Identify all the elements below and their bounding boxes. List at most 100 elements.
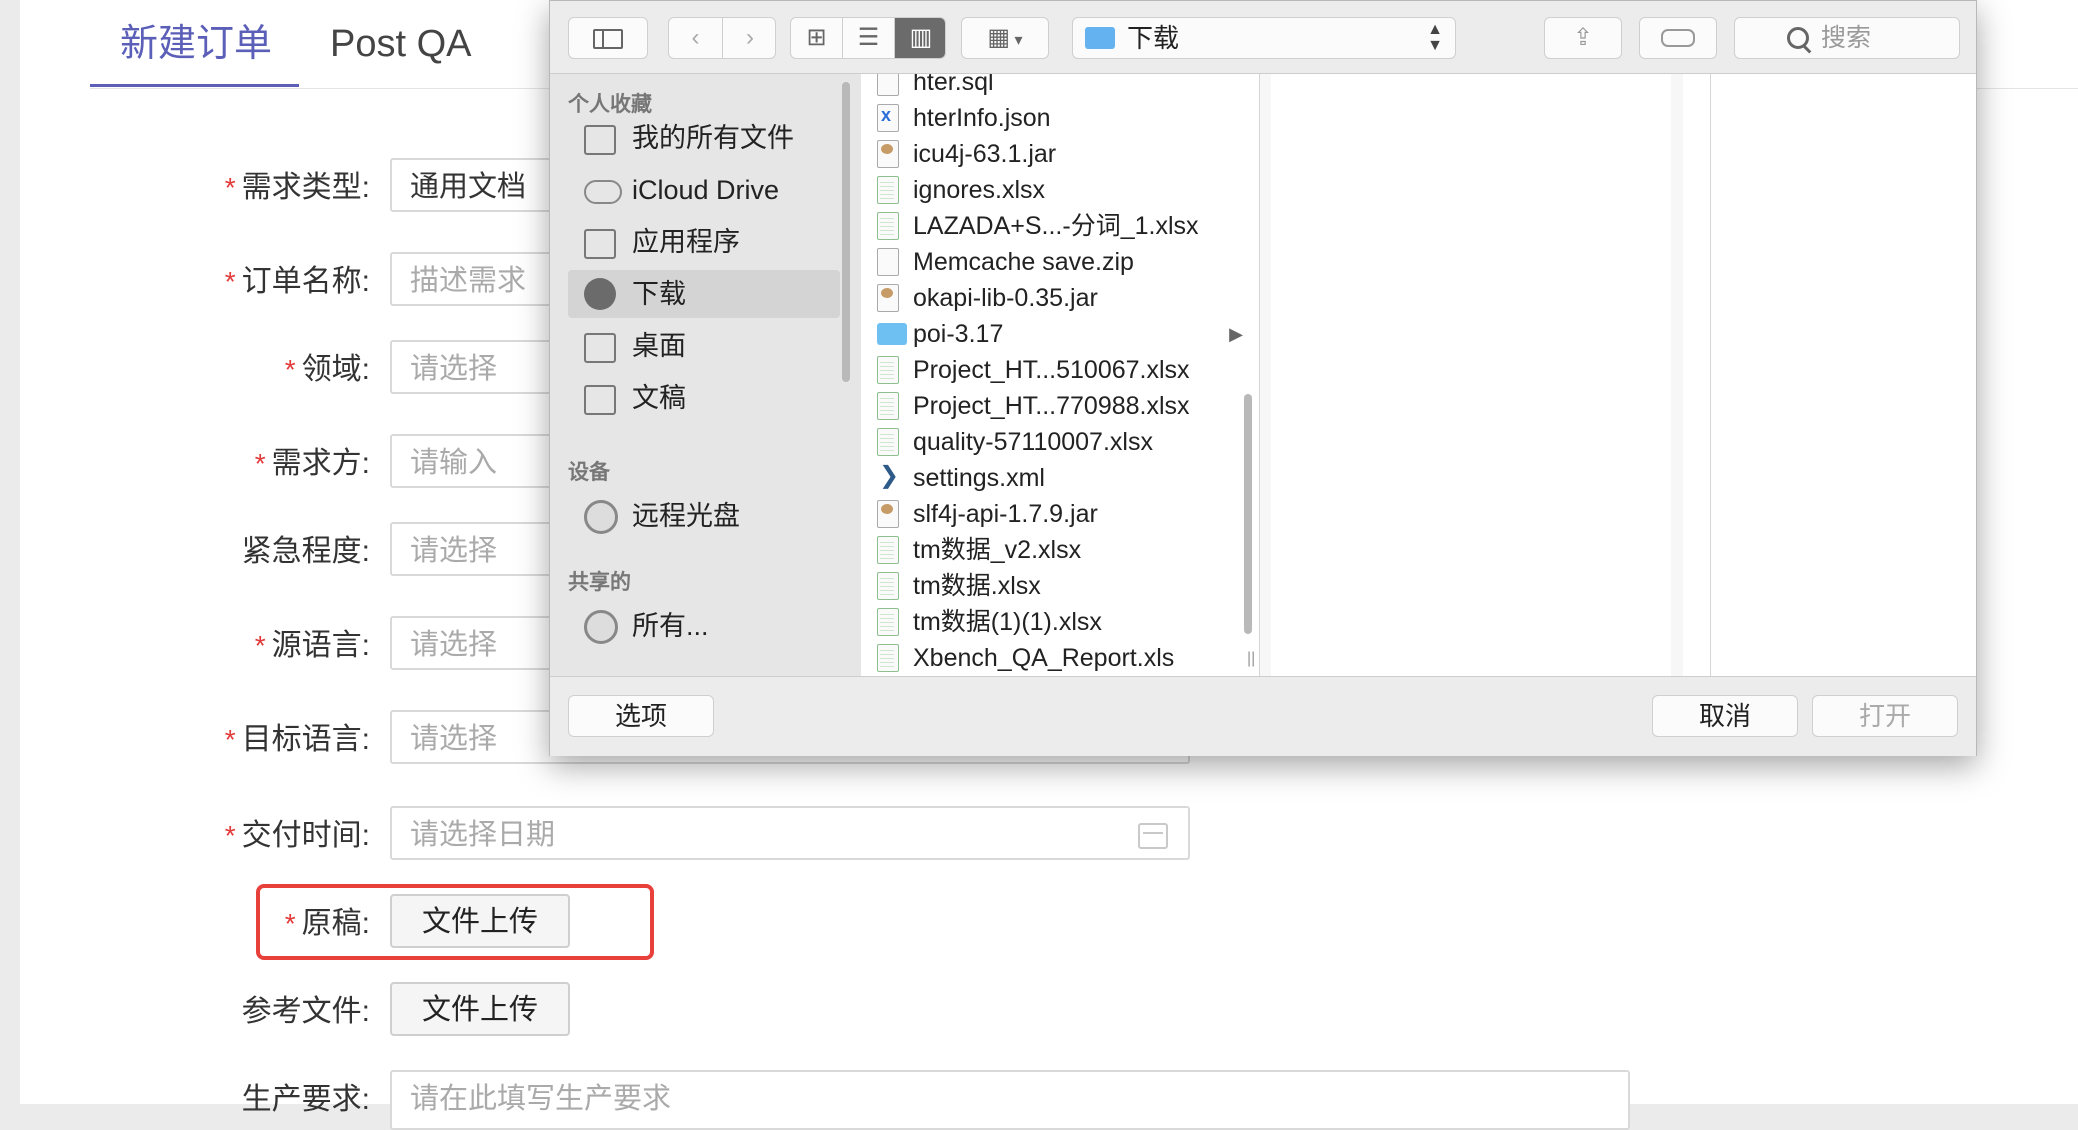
file-list-item[interactable]: poi-3.17 ▶ (861, 316, 1259, 352)
required-asterisk: * (284, 354, 296, 385)
form-field-label: * 源语言: (0, 616, 370, 676)
list-icon: ☰ (857, 24, 880, 51)
options-button[interactable]: 选项 (568, 695, 714, 737)
file-list-item[interactable]: hterInfo.json (861, 97, 1259, 136)
chevron-left-icon: ‹ (691, 24, 700, 51)
file-name: Project_HT...510067.xlsx (913, 356, 1190, 384)
disclosure-arrow-icon: ▶ (1229, 324, 1243, 344)
file-zip-icon (877, 248, 899, 276)
file-xlsx-icon (877, 212, 899, 240)
sidebar-item[interactable]: iCloud Drive (568, 166, 840, 214)
preview-column (1271, 74, 1672, 676)
input-value: 通用文档 (410, 171, 527, 203)
forward-button[interactable]: › (723, 18, 777, 58)
original-row: * 原稿: 文件上传 (0, 894, 1700, 954)
cancel-button[interactable]: 取消 (1652, 695, 1798, 737)
input-placeholder: 请选择日期 (410, 819, 556, 851)
file-name: tm数据.xlsx (913, 572, 1041, 600)
file-list-item[interactable]: tm数据.xlsx (861, 568, 1259, 604)
columns-icon: ▥ (909, 24, 933, 51)
file-list-item[interactable]: slf4j-api-1.7.9.jar (861, 496, 1259, 532)
file-list-item[interactable]: icu4j-63.1.jar (861, 136, 1259, 172)
sidebar-item-label: 桌面 (632, 331, 686, 361)
icon-view-button[interactable]: ⊞ (791, 18, 843, 58)
file-json-icon (877, 97, 899, 133)
location-popup[interactable]: 下载 ▲ ▼ (1072, 17, 1456, 59)
input-placeholder: 请选择 (410, 353, 498, 385)
documents-icon (584, 385, 616, 415)
sidebar-item-label: 我的所有文件 (632, 123, 794, 153)
file-list-item[interactable]: okapi-lib-0.35.jar (861, 280, 1259, 316)
sidebar-item[interactable]: 文稿 (568, 374, 840, 422)
sidebar-item[interactable]: 下载 (568, 270, 840, 318)
form-field-label: * 领域: (0, 340, 370, 400)
arrange-button[interactable]: ▦ ▾ (961, 17, 1049, 59)
tags-button[interactable] (1639, 17, 1717, 59)
share-button[interactable]: ⇪ (1544, 17, 1622, 59)
file-jar-icon (877, 284, 899, 312)
file-list-item[interactable]: Xbench_QA_Report.xls (861, 640, 1259, 676)
form-field-label-text: 需求方: (271, 447, 370, 480)
file-list-item[interactable]: Memcache save.zip (861, 244, 1259, 280)
list-view-button[interactable]: ☰ (843, 18, 895, 58)
form-field-label: 紧急程度: (0, 522, 370, 582)
folder-icon (877, 323, 907, 345)
file-list-item[interactable]: hter.sql (861, 74, 1259, 100)
open-button[interactable]: 打开 (1812, 695, 1958, 737)
column-view-button[interactable]: ▥ (895, 18, 945, 58)
search-field[interactable]: 搜索 (1734, 17, 1960, 59)
file-name: Memcache save.zip (913, 248, 1134, 276)
file-name: hterInfo.json (913, 104, 1051, 132)
file-name: okapi-lib-0.35.jar (913, 284, 1098, 312)
share-icon: ⇪ (1572, 24, 1594, 51)
file-list-item[interactable]: Project_HT...510067.xlsx (861, 352, 1259, 388)
file-name: LAZADA+S...-分词_1.xlsx (913, 212, 1199, 240)
required-asterisk: * (254, 448, 266, 479)
file-name: slf4j-api-1.7.9.jar (913, 500, 1098, 528)
file-jar-icon (877, 500, 899, 528)
file-xlsx-icon (877, 392, 899, 420)
delivery-date-picker[interactable]: 请选择日期 (390, 806, 1190, 860)
folder-icon (1085, 27, 1115, 49)
input-placeholder: 描述需求 (410, 265, 527, 297)
file-list-item[interactable]: quality-57110007.xlsx (861, 424, 1259, 460)
form-field-label: * 目标语言: (0, 710, 370, 770)
sidebar-scrollbar[interactable] (842, 82, 850, 382)
download-icon (584, 278, 616, 310)
sidebar-item[interactable]: 应用程序 (568, 218, 840, 266)
file-xlsx-icon (877, 608, 899, 636)
production-requirements-input[interactable]: 请在此填写生产要求 (390, 1070, 1630, 1130)
sidebar-item[interactable]: 远程光盘 (568, 492, 840, 540)
sidebar-item-label: 所有... (632, 611, 709, 641)
sidebar-item[interactable]: 所有... (568, 602, 840, 650)
shared-heading: 共享的 (568, 571, 631, 594)
desktop-icon (584, 333, 616, 363)
sidebar-item[interactable]: 桌面 (568, 322, 840, 370)
file-list-item[interactable]: tm数据(1)(1).xlsx (861, 604, 1259, 640)
form-field-label-text: 源语言: (271, 629, 370, 662)
empty-column (1711, 74, 1976, 676)
devices-heading: 设备 (568, 461, 610, 484)
sidebar-toggle-icon (593, 29, 623, 49)
file-list-item[interactable]: tm数据_v2.xlsx (861, 532, 1259, 568)
reference-upload-button[interactable]: 文件上传 (390, 982, 570, 1036)
sidebar-item-label: 下载 (632, 279, 686, 309)
file-xlsx-icon (877, 176, 899, 204)
file-list-item[interactable]: Project_HT...770988.xlsx (861, 388, 1259, 424)
file-xlsx-icon (877, 428, 899, 456)
file-list-item[interactable]: ignores.xlsx (861, 172, 1259, 208)
file-list-item[interactable]: LAZADA+S...-分词_1.xlsx (861, 208, 1259, 244)
required-asterisk: * (224, 172, 236, 203)
file-list-item[interactable]: settings.xml (861, 458, 1259, 496)
file-open-dialog: ‹ › ⊞ ☰ ▥ ▦ ▾ 下载 ▲ ▼ ⇪ 搜索 个人收藏 我的所有文件 iClo… (549, 0, 1977, 756)
sidebar-item[interactable]: 我的所有文件 (568, 114, 840, 162)
sidebar-toggle-button[interactable] (568, 17, 648, 59)
empty-column (1683, 74, 1711, 676)
chevron-right-icon: › (746, 24, 754, 51)
dialog-toolbar: ‹ › ⊞ ☰ ▥ ▦ ▾ 下载 ▲ ▼ ⇪ 搜索 (550, 1, 1976, 74)
back-forward-group: ‹ › (668, 17, 776, 59)
grid-icon: ⊞ (806, 24, 827, 51)
form-field-label: * 交付时间: (0, 806, 370, 866)
back-button[interactable]: ‹ (669, 18, 723, 58)
search-icon (1787, 27, 1809, 49)
